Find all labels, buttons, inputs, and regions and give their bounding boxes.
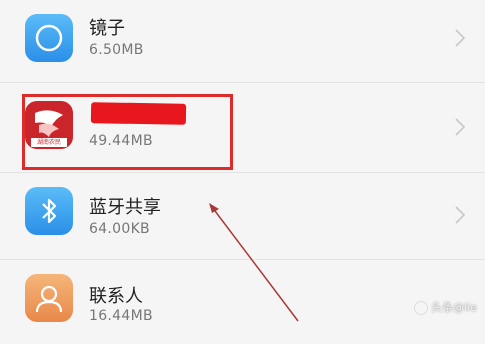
chevron-right-icon [455, 29, 466, 47]
mirror-icon [25, 14, 73, 62]
watermark-text: 头条@lie [431, 301, 477, 314]
contacts-icon [25, 274, 73, 322]
app-size: 6.50MB [89, 42, 144, 58]
app-row-contacts[interactable]: 联系人 16.44MB [0, 260, 485, 344]
app-name: 镜子 [89, 18, 125, 39]
redaction-mark [90, 102, 187, 125]
app-name: 联系人 [89, 286, 143, 307]
app-row-mirror[interactable]: 镜子 6.50MB [0, 0, 485, 82]
chevron-right-icon [455, 206, 466, 224]
app-row-bluetooth[interactable]: 蓝牙共享 64.00KB [0, 173, 485, 257]
chevron-right-icon [455, 118, 466, 136]
app-size: 64.00KB [89, 221, 150, 237]
app-size: 16.44MB [89, 308, 153, 324]
bluetooth-icon [25, 187, 73, 235]
app-name: 蓝牙共享 [89, 197, 161, 218]
watermark: 头条@lie [414, 299, 477, 315]
